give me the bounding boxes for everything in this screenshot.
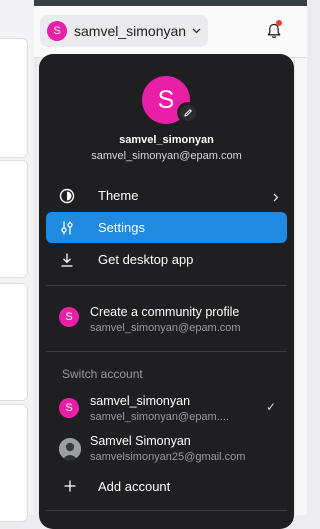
account-menu: S samvel_simonyan samvel_simonyan@epam.c… (39, 54, 294, 529)
menu-item-get-desktop-app[interactable]: Get desktop app (46, 244, 287, 275)
avatar: S (59, 307, 79, 327)
menu-item-label: Settings (98, 220, 145, 235)
pencil-icon (179, 104, 196, 121)
switch-account-heading: Switch account (62, 367, 143, 381)
settings-sliders-icon (58, 219, 76, 237)
user-photo-avatar (59, 438, 81, 460)
checkmark-icon: ✓ (265, 400, 276, 414)
create-community-profile-button[interactable]: S Create a community profile samvel_simo… (59, 305, 279, 335)
chevron-right-icon (273, 189, 279, 207)
account-name: Samvel Simonyan (90, 434, 191, 448)
plus-icon (62, 478, 78, 494)
account-item-samvel-simonyan-gmail[interactable]: Samvel Simonyan samvelsimonyan25@gmail.c… (59, 434, 284, 464)
background-card (0, 283, 28, 401)
menu-item-settings[interactable]: Settings (46, 212, 287, 243)
background-card (0, 404, 28, 522)
account-email: samvel_simonyan@epam.... (90, 411, 229, 423)
download-icon (58, 251, 76, 269)
community-profile-title: Create a community profile (90, 305, 240, 319)
menu-item-label: Theme (98, 188, 139, 203)
account-name: samvel_simonyan (90, 394, 191, 408)
chevron-down-icon (192, 28, 201, 34)
menu-item-label: Get desktop app (98, 252, 194, 267)
account-email: samvelsimonyan25@gmail.com (90, 451, 246, 463)
profile-name: samvel_simonyan (119, 134, 214, 146)
edit-avatar-button[interactable] (177, 102, 198, 123)
community-profile-email: samvel_simonyan@epam.com (90, 322, 241, 334)
account-username: samvel_simonyan (74, 23, 187, 39)
notification-dot (276, 20, 282, 26)
profile-email: samvel_simonyan@epam.com (91, 150, 242, 162)
theme-icon (58, 187, 76, 205)
account-item-samvel-simonyan[interactable]: S samvel_simonyan samvel_simonyan@epam..… (59, 394, 284, 424)
right-content-strip (294, 40, 307, 515)
divider (46, 510, 287, 511)
divider (46, 351, 287, 352)
divider (46, 285, 287, 286)
account-switcher-button[interactable]: S samvel_simonyan (40, 15, 208, 47)
avatar: S (59, 398, 79, 418)
background-card (0, 38, 28, 158)
add-account-button[interactable]: Add account (59, 474, 279, 498)
menu-item-theme[interactable]: Theme (46, 180, 287, 211)
background-card (0, 160, 28, 278)
add-account-label: Add account (98, 478, 171, 494)
avatar: S (47, 21, 67, 41)
